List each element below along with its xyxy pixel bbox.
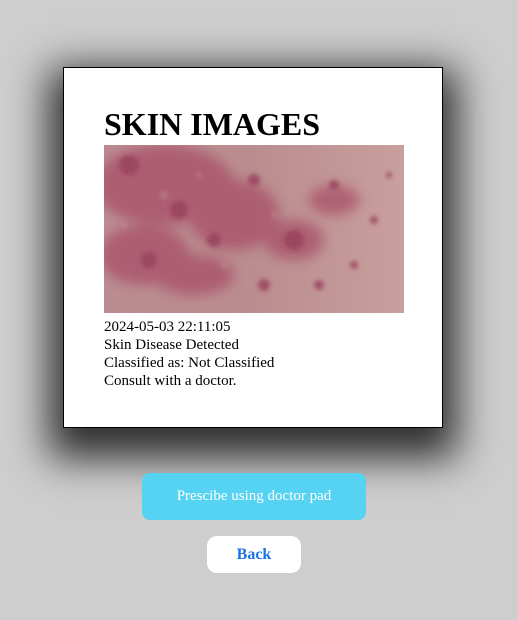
analysis-info: 2024-05-03 22:11:05 Skin Disease Detecte… <box>104 318 274 390</box>
capture-timestamp: 2024-05-03 22:11:05 <box>104 319 231 335</box>
classification-result: Classified as: Not Classified <box>104 355 275 371</box>
page: SKIN IMAGES 2024-05-03 22:11:05 Skin Dis… <box>0 0 518 620</box>
skin-images-card: SKIN IMAGES 2024-05-03 22:11:05 Skin Dis… <box>63 67 443 428</box>
detection-status: Skin Disease Detected <box>104 337 239 353</box>
back-button[interactable]: Back <box>207 536 301 573</box>
skin-image <box>104 145 404 313</box>
card-title: SKIN IMAGES <box>104 106 321 142</box>
advice-text: Consult with a doctor. <box>104 373 237 389</box>
prescribe-button[interactable]: Prescibe using doctor pad <box>142 473 366 520</box>
